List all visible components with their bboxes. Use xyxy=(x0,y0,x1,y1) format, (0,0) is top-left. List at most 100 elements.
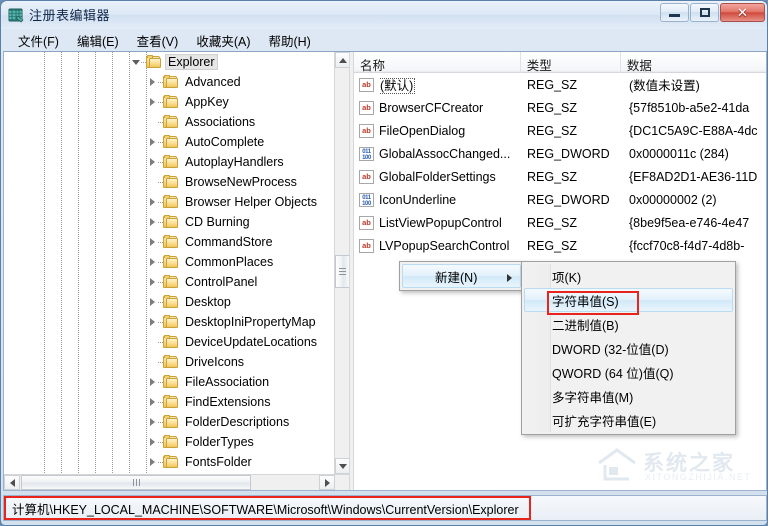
menu-file[interactable]: 文件(F) xyxy=(9,29,68,52)
tree-item-appkey[interactable]: AppKey xyxy=(4,92,334,112)
submenu-item-0[interactable]: 项(K) xyxy=(524,264,733,288)
tree-item-commonplaces[interactable]: CommonPlaces xyxy=(4,252,334,272)
cell-value-type: REG_DWORD xyxy=(527,146,610,161)
submenu-item-label: 可扩充字符串值(E) xyxy=(552,414,657,429)
expand-arrow-icon[interactable] xyxy=(147,317,158,328)
tree-item-label: Advanced xyxy=(185,75,241,89)
registry-tree[interactable]: Explorer Advanced AppKey Associations AutoCo… xyxy=(4,52,334,474)
close-button[interactable]: ✕ xyxy=(720,3,765,22)
tree-item-fileassociation[interactable]: FileAssociation xyxy=(4,372,334,392)
table-row[interactable]: ab BrowserCFCreator REG_SZ {57f8510b-a5e2-4… xyxy=(354,96,766,119)
table-row[interactable]: ab ListViewPopupControl REG_SZ {8be9f5ea-e7… xyxy=(354,211,766,234)
expand-arrow-icon[interactable] xyxy=(147,217,158,228)
folder-icon xyxy=(163,155,179,169)
expand-arrow-icon[interactable] xyxy=(147,277,158,288)
menu-favorites[interactable]: 收藏夹(A) xyxy=(187,29,259,52)
tree-item-label: FolderDescriptions xyxy=(185,415,290,429)
tree-item-advanced[interactable]: Advanced xyxy=(4,72,334,92)
tree-item-label: CD Burning xyxy=(185,215,250,229)
new-submenu[interactable]: 项(K) 字符串值(S) 二进制值(B) DWORD (32-位值(D) QWORD (… xyxy=(521,261,736,435)
tree-item-foldertypes[interactable]: FolderTypes xyxy=(4,432,334,452)
table-row[interactable]: ab (默认) REG_SZ (数值未设置) xyxy=(354,73,766,96)
expand-arrow-icon[interactable] xyxy=(147,237,158,248)
table-row[interactable]: ab LVPopupSearchControl REG_SZ {fccf70c8-f4… xyxy=(354,234,766,257)
dword-value-icon: 011 100 xyxy=(359,146,374,161)
tree-item-cd-burning[interactable]: CD Burning xyxy=(4,212,334,232)
submenu-item-3[interactable]: DWORD (32-位值(D) xyxy=(524,336,733,360)
cell-value-type: REG_SZ xyxy=(527,77,578,92)
menu-help[interactable]: 帮助(H) xyxy=(259,29,319,52)
triangle-icon xyxy=(131,59,140,65)
submenu-item-2[interactable]: 二进制值(B) xyxy=(524,312,733,336)
triangle-icon xyxy=(150,438,155,446)
tree-item-desktop[interactable]: Desktop xyxy=(4,292,334,312)
scroll-down-button[interactable] xyxy=(335,458,349,474)
table-row[interactable]: ab GlobalFolderSettings REG_SZ {EF8AD2D1-AE… xyxy=(354,165,766,188)
tree-item-browser-helper-objects[interactable]: Browser Helper Objects xyxy=(4,192,334,212)
tree-item-label: CommonPlaces xyxy=(185,255,274,269)
tree-vertical-scrollbar[interactable] xyxy=(334,52,349,474)
cell-value-data: {fccf70c8-f4d7-4d8b- xyxy=(629,238,745,253)
tree-item-associations[interactable]: Associations xyxy=(4,112,334,132)
context-menu[interactable]: 新建(N) xyxy=(399,261,524,291)
column-header-type[interactable]: 类型 xyxy=(521,52,621,73)
tree-item-label: CommandStore xyxy=(185,235,273,249)
tree-item-findextensions[interactable]: FindExtensions xyxy=(4,392,334,412)
menu-edit[interactable]: 编辑(E) xyxy=(68,29,128,52)
expand-arrow-icon[interactable] xyxy=(147,77,158,88)
cell-value-name: GlobalFolderSettings xyxy=(379,170,527,184)
table-row[interactable]: 011 100 IconUnderline REG_DWORD 0x00000002 (… xyxy=(354,188,766,211)
expand-arrow-icon[interactable] xyxy=(147,397,158,408)
expand-arrow-icon[interactable] xyxy=(147,377,158,388)
submenu-item-1[interactable]: 字符串值(S) xyxy=(524,288,733,312)
expand-arrow-icon[interactable] xyxy=(147,437,158,448)
chevron-left-icon xyxy=(9,478,15,487)
expand-arrow-icon[interactable] xyxy=(147,417,158,428)
collapse-arrow-icon[interactable] xyxy=(130,57,141,68)
column-header-name[interactable]: 名称 xyxy=(354,52,521,73)
expand-arrow-icon[interactable] xyxy=(147,137,158,148)
table-row[interactable]: ab FileOpenDialog REG_SZ {DC1C5A9C-E88A-4dc xyxy=(354,119,766,142)
menu-view[interactable]: 查看(V) xyxy=(128,29,188,52)
tree-item-controlpanel[interactable]: ControlPanel xyxy=(4,272,334,292)
scroll-left-button[interactable] xyxy=(4,475,20,490)
expand-arrow-icon[interactable] xyxy=(147,457,158,468)
column-header-data[interactable]: 数据 xyxy=(621,52,766,73)
registry-path: 计算机\HKEY_LOCAL_MACHINE\SOFTWARE\Microsof… xyxy=(12,502,519,517)
expand-arrow-icon[interactable] xyxy=(147,197,158,208)
tree-horizontal-scrollbar[interactable] xyxy=(4,474,349,490)
expand-arrow-icon[interactable] xyxy=(147,157,158,168)
expand-arrow-icon[interactable] xyxy=(147,257,158,268)
folder-icon xyxy=(163,135,179,149)
tree-item-deviceupdatelocations[interactable]: DeviceUpdateLocations xyxy=(4,332,334,352)
context-menu-item-new[interactable]: 新建(N) xyxy=(402,264,521,288)
tree-item-driveicons[interactable]: DriveIcons xyxy=(4,352,334,372)
tree-item-desktopinipropertymap[interactable]: DesktopIniPropertyMap xyxy=(4,312,334,332)
tree-item-folderdescriptions[interactable]: FolderDescriptions xyxy=(4,412,334,432)
tree-item-autocomplete[interactable]: AutoComplete xyxy=(4,132,334,152)
tree-item-browsenewprocess[interactable]: BrowseNewProcess xyxy=(4,172,334,192)
horizontal-scroll-thumb[interactable] xyxy=(21,475,251,490)
tree-item-fontsfolder[interactable]: FontsFolder xyxy=(4,452,334,472)
scroll-right-button[interactable] xyxy=(319,475,335,490)
tree-item-autoplayhandlers[interactable]: AutoplayHandlers xyxy=(4,152,334,172)
triangle-icon xyxy=(150,278,155,286)
folder-icon xyxy=(163,315,179,329)
submenu-item-4[interactable]: QWORD (64 位)值(Q) xyxy=(524,360,733,384)
maximize-button[interactable] xyxy=(690,3,719,22)
menu-bar: 文件(F) 编辑(E) 查看(V) 收藏夹(A) 帮助(H) xyxy=(1,29,767,52)
minimize-button[interactable] xyxy=(660,3,689,22)
tree-item-commandstore[interactable]: CommandStore xyxy=(4,232,334,252)
table-row[interactable]: 011 100 GlobalAssocChanged... REG_DWORD 0x00… xyxy=(354,142,766,165)
expand-arrow-icon[interactable] xyxy=(147,97,158,108)
tree-item-explorer[interactable]: Explorer xyxy=(4,52,334,72)
submenu-item-label: 多字符串值(M) xyxy=(552,390,634,405)
scroll-up-button[interactable] xyxy=(335,52,349,68)
registry-values-list[interactable]: ab (默认) REG_SZ (数值未设置) ab BrowserCFCreator REG… xyxy=(354,73,766,257)
cell-value-data: {57f8510b-a5e2-41da xyxy=(629,100,750,115)
tree-item-label: FindExtensions xyxy=(185,395,271,409)
submenu-item-6[interactable]: 可扩充字符串值(E) xyxy=(524,408,733,432)
vertical-scroll-thumb[interactable] xyxy=(335,255,349,288)
expand-arrow-icon[interactable] xyxy=(147,297,158,308)
submenu-item-5[interactable]: 多字符串值(M) xyxy=(524,384,733,408)
